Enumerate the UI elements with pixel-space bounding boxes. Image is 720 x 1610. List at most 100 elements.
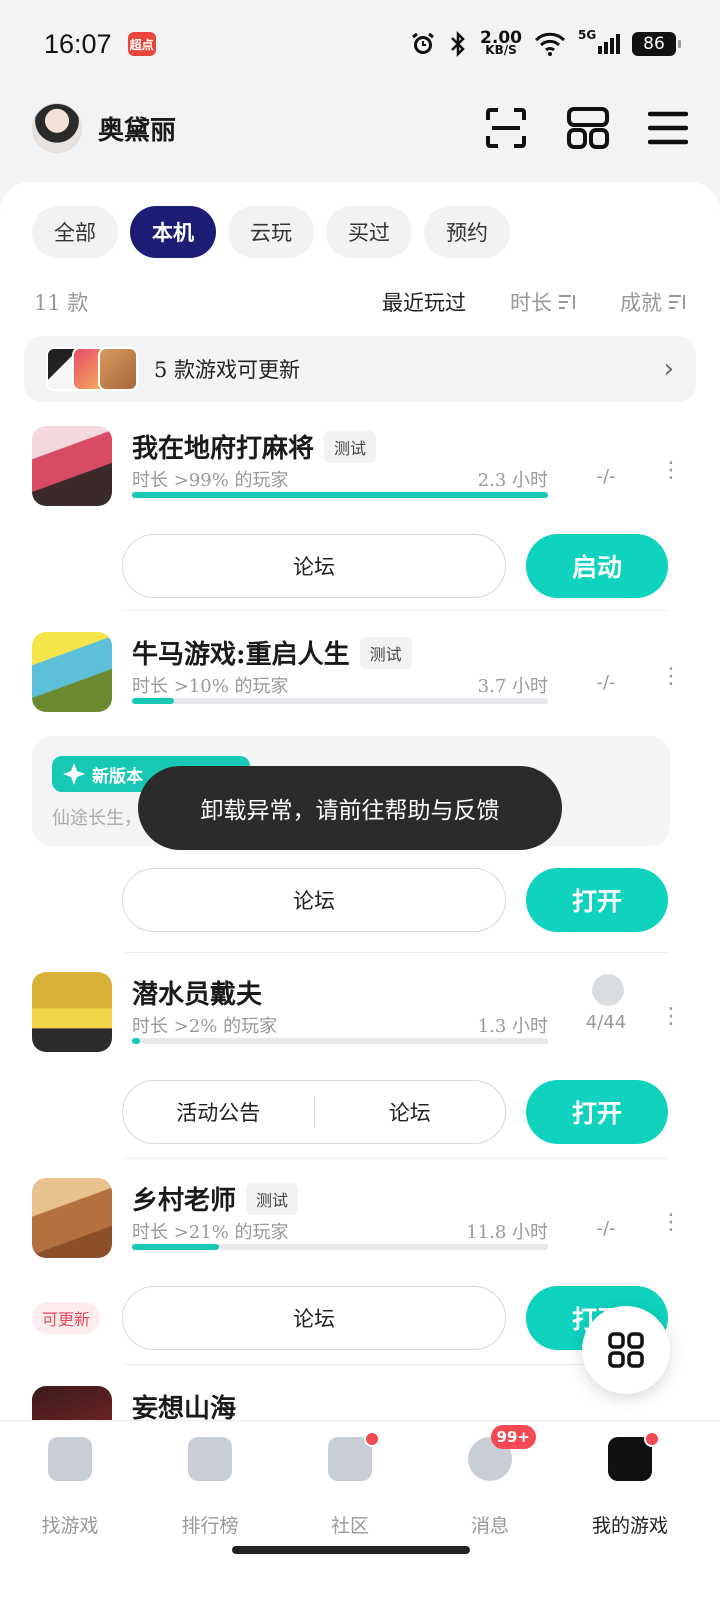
update-thumbnails	[46, 347, 138, 391]
app-notification-icon: 超点	[127, 32, 156, 56]
forum-button[interactable]: 论坛	[122, 534, 506, 598]
toast-message: 卸载异常，请前往帮助与反馈	[138, 766, 562, 850]
achievement-value: -/-	[596, 1218, 616, 1239]
update-banner[interactable]: 5 款游戏可更新 ›	[24, 336, 696, 402]
divider	[122, 952, 668, 953]
playtime-percentile: 时长 >21% 的玩家	[132, 1222, 289, 1243]
divider	[122, 1158, 668, 1159]
game-count: 11 款	[34, 291, 89, 315]
achievement-value: -/-	[596, 466, 616, 487]
user-name[interactable]: 奥黛丽	[98, 110, 176, 147]
game-title[interactable]: 潜水员戴夫	[132, 974, 262, 1011]
game-icon[interactable]	[32, 1178, 112, 1258]
news-description: 仙途长生，	[52, 808, 142, 829]
sort-duration[interactable]: 时长	[510, 287, 576, 317]
tab-messages[interactable]: 99+ 消息	[420, 1425, 560, 1538]
updatable-tag[interactable]: 可更新	[32, 1302, 101, 1334]
tab-label: 找游戏	[41, 1515, 99, 1537]
sort-achievement[interactable]: 成就	[620, 287, 686, 317]
forum-button[interactable]: 论坛	[122, 868, 506, 932]
wifi-icon	[534, 32, 566, 56]
playtime-line: 时长 >21% 的玩家 11.8 小时	[132, 1218, 548, 1244]
tab-label: 社区	[330, 1515, 369, 1537]
battery-indicator: 86	[632, 32, 681, 56]
playtime-line: 时长 >2% 的玩家 1.3 小时	[132, 1012, 548, 1038]
tab-rankings[interactable]: 排行榜	[140, 1437, 280, 1538]
playtime-hours: 2.3 小时	[477, 470, 548, 491]
more-options-icon[interactable]: ⋮	[660, 1212, 682, 1234]
game-icon[interactable]	[32, 972, 112, 1052]
game-icon[interactable]	[32, 632, 112, 712]
grid-layout-icon[interactable]	[566, 106, 610, 150]
playtime-line: 时长 >10% 的玩家 3.7 小时	[132, 672, 548, 698]
filter-purchased[interactable]: 买过	[326, 206, 412, 258]
test-tag: 测试	[324, 430, 377, 463]
playtime-bar	[132, 1244, 548, 1250]
update-banner-text: 5 款游戏可更新	[154, 358, 301, 382]
sort-icon	[669, 295, 685, 309]
more-options-icon[interactable]: ⋮	[660, 1006, 682, 1028]
scan-icon[interactable]	[484, 106, 528, 150]
more-options-icon[interactable]: ⋮	[660, 460, 682, 482]
message-count-badge: 99+	[490, 1425, 536, 1449]
filter-all[interactable]: 全部	[32, 206, 118, 258]
playtime-line: 时长 >99% 的玩家 2.3 小时	[132, 466, 548, 492]
chat-bubble-icon: 99+	[468, 1425, 536, 1481]
open-button[interactable]: 打开	[526, 868, 668, 932]
playtime-bar	[132, 698, 548, 704]
tab-label: 消息	[470, 1515, 509, 1537]
playtime-percentile: 时长 >2% 的玩家	[132, 1016, 278, 1037]
my-games-panel: 全部 本机 云玩 买过 预约 11 款 最近玩过 时长 成就 5 款游戏可更新 …	[0, 182, 720, 1462]
game-title[interactable]: 我在地府打麻将 测试	[132, 428, 377, 465]
gamepad-icon	[608, 1431, 660, 1481]
game-actions: 论坛 启动	[122, 534, 668, 598]
sort-recent[interactable]: 最近玩过	[382, 287, 466, 317]
announcement-button[interactable]: 活动公告	[123, 1097, 314, 1127]
menu-icon[interactable]	[648, 108, 688, 148]
tab-community[interactable]: 社区	[280, 1431, 420, 1538]
rankings-icon	[188, 1437, 232, 1481]
alarm-icon	[412, 32, 434, 54]
game-icon[interactable]	[32, 426, 112, 506]
filter-local[interactable]: 本机	[130, 206, 216, 258]
playtime-percentile: 时长 >99% 的玩家	[132, 470, 289, 491]
playtime-bar	[132, 492, 548, 498]
filter-reserved[interactable]: 预约	[424, 206, 510, 258]
notification-dot	[644, 1431, 660, 1447]
achievement-value: 4/44	[585, 1012, 627, 1033]
playtime-bar	[132, 1038, 548, 1044]
test-tag: 测试	[246, 1182, 299, 1215]
community-icon	[328, 1431, 380, 1481]
split-button: 活动公告 论坛	[122, 1080, 506, 1144]
header-actions	[484, 106, 688, 150]
game-title[interactable]: 乡村老师 测试	[132, 1180, 299, 1217]
status-time: 16:07	[44, 28, 112, 59]
launch-button[interactable]: 启动	[526, 534, 668, 598]
achievement-value: -/-	[596, 672, 616, 693]
filter-chips: 全部 本机 云玩 买过 预约	[32, 206, 510, 258]
more-options-icon[interactable]: ⋮	[660, 666, 682, 688]
playtime-percentile: 时长 >10% 的玩家	[132, 676, 289, 697]
net-speed: 2.00 KB/S	[480, 28, 522, 57]
avatar[interactable]	[32, 103, 82, 153]
tab-my-games[interactable]: 我的游戏	[560, 1431, 700, 1538]
filter-cloud[interactable]: 云玩	[228, 206, 314, 258]
bluetooth-icon	[451, 31, 465, 57]
game-title[interactable]: 牛马游戏:重启人生 测试	[132, 634, 412, 671]
divider	[122, 610, 668, 611]
apps-grid-icon	[608, 1332, 644, 1368]
signal-icon: 5G	[578, 28, 620, 54]
forum-button[interactable]: 论坛	[122, 1286, 506, 1350]
forum-button[interactable]: 论坛	[315, 1097, 506, 1127]
tab-label: 排行榜	[181, 1515, 239, 1537]
status-icons: 2.00 KB/S 5G 86	[410, 28, 681, 57]
chevron-right-icon: ›	[663, 354, 674, 384]
playtime-hours: 1.3 小时	[477, 1016, 548, 1037]
tab-find-games[interactable]: 找游戏	[0, 1437, 140, 1538]
open-button[interactable]: 打开	[526, 1080, 668, 1144]
sparkle-icon	[63, 763, 85, 785]
floating-apps-button[interactable]	[582, 1306, 670, 1394]
tab-label: 我的游戏	[591, 1515, 668, 1537]
game-actions: 活动公告 论坛 打开	[122, 1080, 668, 1144]
bottom-tab-bar: 找游戏 排行榜 社区 99+ 消息 我的游戏	[0, 1420, 720, 1610]
